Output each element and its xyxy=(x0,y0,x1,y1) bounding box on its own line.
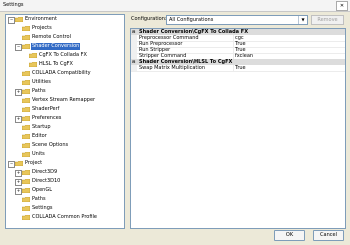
tree-item-label: Project xyxy=(25,160,43,166)
folder-icon xyxy=(21,187,31,194)
settings-window: Settings ✕ − Environment Projects Remote Co… xyxy=(0,0,350,245)
property-row[interactable]: Swap Matrix Multiplication True xyxy=(131,65,345,72)
collapse-icon[interactable]: − xyxy=(8,161,15,168)
tree-item-label: Environment xyxy=(25,16,57,22)
tree-item-label: Scene Options xyxy=(32,142,69,148)
folder-icon xyxy=(28,52,38,59)
tree-item-label: HLSL To CgFX xyxy=(39,61,73,67)
tree-item-label: Editor xyxy=(32,133,47,139)
folder-icon xyxy=(21,178,31,185)
folder-icon xyxy=(21,151,31,158)
property-value[interactable]: True xyxy=(235,65,246,71)
folder-icon xyxy=(21,133,31,140)
title-bar: Settings ✕ xyxy=(0,0,350,12)
folder-icon xyxy=(28,61,38,68)
expand-icon[interactable]: + xyxy=(15,170,22,177)
expand-icon[interactable]: + xyxy=(15,188,22,195)
remove-button[interactable]: Remove xyxy=(311,15,344,25)
property-grid[interactable]: ⊟ Shader Conversion\CgFX To Collada FX Pre… xyxy=(130,28,346,229)
folder-icon xyxy=(21,25,31,32)
configuration-value: All Configurations xyxy=(169,17,214,23)
expand-icon[interactable]: + xyxy=(15,116,22,123)
tree-item-label: Shader Conversion xyxy=(31,43,81,50)
right-pane: Configuration: All Configurations ▼ Remo… xyxy=(130,14,346,229)
tree-item-label: Units xyxy=(32,151,45,157)
tree-item-label: Preferences xyxy=(32,115,62,121)
folder-icon xyxy=(14,160,24,167)
folder-icon xyxy=(21,106,31,113)
tree-item-label: CgFX To Collada FX xyxy=(39,52,87,58)
column-divider[interactable] xyxy=(233,65,234,71)
tree-item-label: Vertex Stream Remapper xyxy=(32,97,96,103)
folder-icon xyxy=(21,88,31,95)
property-name: Swap Matrix Multiplication xyxy=(139,65,205,71)
tree-item-label: Startup xyxy=(32,124,51,130)
tree-item-label: Paths xyxy=(32,88,46,94)
window-title: Settings xyxy=(3,2,24,8)
folder-icon xyxy=(21,205,31,212)
configuration-dropdown[interactable]: All Configurations ▼ xyxy=(166,15,308,25)
tree-item-label: Remote Control xyxy=(32,34,71,40)
tree-item-label: Direct3D9 xyxy=(32,169,58,175)
folder-icon xyxy=(21,124,31,131)
folder-icon xyxy=(21,169,31,176)
configuration-label: Configuration: xyxy=(131,16,167,22)
close-icon[interactable]: ✕ xyxy=(336,1,348,11)
cancel-button[interactable]: Cancel xyxy=(313,230,344,241)
folder-icon xyxy=(21,70,31,77)
collapse-icon[interactable]: − xyxy=(8,17,15,24)
configuration-row: Configuration: All Configurations ▼ Remo… xyxy=(130,14,344,25)
expand-icon[interactable]: + xyxy=(15,89,22,96)
tree-item-label: Utilities xyxy=(32,79,51,85)
folder-icon xyxy=(14,16,24,23)
collapse-icon[interactable]: − xyxy=(15,44,22,51)
tree-item-label: ShaderPerf xyxy=(32,106,60,112)
tree-item-label: COLLADA Common Profile xyxy=(32,214,97,220)
folder-icon xyxy=(21,115,31,122)
folder-icon xyxy=(21,79,31,86)
tree-item-label: Paths xyxy=(32,196,46,202)
tree-item-label: OpenGL xyxy=(32,187,53,193)
folder-icon xyxy=(21,214,31,221)
folder-icon xyxy=(21,34,31,41)
folder-icon xyxy=(21,196,31,203)
tree-item-label: COLLADA Compatibility xyxy=(32,70,91,76)
expand-icon[interactable]: + xyxy=(15,179,22,186)
folder-icon xyxy=(21,43,31,50)
folder-icon xyxy=(21,142,31,149)
ok-button[interactable]: OK xyxy=(274,230,305,241)
chevron-down-icon[interactable]: ▼ xyxy=(298,16,307,24)
tree-item-label: Projects xyxy=(32,25,52,31)
row-gutter xyxy=(131,65,137,71)
tree-item-label: Settings xyxy=(32,205,53,211)
folder-icon xyxy=(21,97,31,104)
tree-item-label: Direct3D10 xyxy=(32,178,61,184)
settings-tree[interactable]: − Environment Projects Remote Control − Shade… xyxy=(5,14,125,229)
